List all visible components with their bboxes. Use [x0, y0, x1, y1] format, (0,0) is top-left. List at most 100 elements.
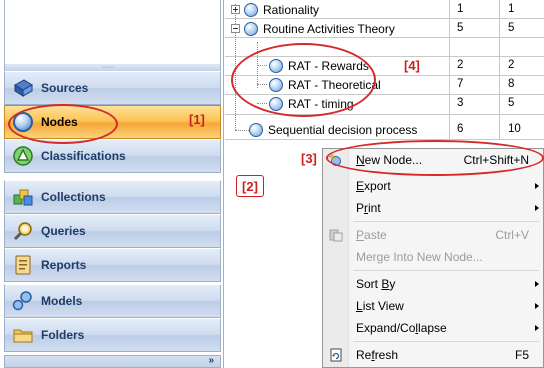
node-sources-count: 6	[457, 123, 464, 135]
nav-item-label: Models	[41, 294, 83, 308]
classifications-icon	[11, 144, 35, 168]
node-sources-count: 7	[457, 78, 464, 90]
node-icon	[244, 2, 258, 17]
menu-item-expand-collapse[interactable]: Expand/Collapse	[323, 317, 543, 339]
refresh-icon	[329, 348, 343, 362]
nav-item-queries[interactable]: Queries	[4, 214, 221, 248]
node-references-count: 2	[508, 59, 515, 71]
tree-row[interactable]: Rationality 1 1	[225, 0, 544, 19]
menu-separator	[353, 341, 539, 342]
pane-divider[interactable]	[223, 0, 224, 368]
node-references-count: 8	[508, 78, 515, 90]
nav-item-label: Collections	[41, 190, 106, 204]
node-icon	[269, 77, 283, 92]
node-sources-count: 5	[457, 22, 464, 34]
nodes-tree-grid: Rationality 1 1 Routine Activities Theor…	[225, 0, 544, 140]
menu-item-label: Merge Into New Node...	[356, 250, 483, 264]
context-menu: New Node... Ctrl+Shift+N Export Print Pa…	[322, 148, 544, 368]
navigation-blank-area	[4, 0, 221, 64]
pane-splitter-grip[interactable]: ··········	[4, 64, 221, 71]
menu-item-label: List View	[356, 299, 404, 313]
node-name: Rationality	[263, 2, 320, 17]
nav-item-reports[interactable]: Reports	[4, 248, 221, 282]
submenu-arrow-icon	[535, 205, 539, 211]
node-name: Routine Activities Theory	[263, 21, 395, 36]
new-node-icon	[329, 153, 343, 167]
menu-item-shortcut: Ctrl+Shift+N	[463, 153, 529, 167]
menu-item-label: Refresh	[356, 348, 399, 362]
nav-item-collections[interactable]: Collections	[4, 180, 221, 214]
menu-item-label: Paste	[356, 228, 387, 242]
nav-item-label: Sources	[41, 81, 89, 95]
menu-item-list-view[interactable]: List View	[323, 295, 543, 317]
models-icon	[11, 289, 35, 313]
tree-row[interactable]: RAT - Theoretical 7 8	[225, 75, 544, 94]
node-icon	[244, 21, 258, 36]
grid-line	[225, 114, 544, 115]
sources-icon	[11, 76, 35, 100]
paste-icon	[329, 228, 343, 242]
navigation-pane: ·········· Sources Nodes Classifications…	[0, 0, 225, 368]
tree-row[interactable]: Sequential decision process 6 10	[225, 120, 544, 139]
menu-item-paste[interactable]: Paste Ctrl+V	[323, 224, 543, 246]
node-name: RAT - Theoretical	[288, 77, 381, 92]
tree-row[interactable]: Routine Activities Theory 5 5	[225, 19, 544, 38]
nav-item-models[interactable]: Models	[4, 284, 221, 318]
submenu-arrow-icon	[535, 281, 539, 287]
grid-line	[225, 139, 544, 140]
nav-item-label: Classifications	[41, 149, 126, 163]
nav-item-sources[interactable]: Sources	[4, 71, 221, 105]
menu-item-label: Print	[356, 201, 381, 215]
submenu-arrow-icon	[535, 303, 539, 309]
folder-icon	[11, 323, 35, 347]
nav-item-label: Folders	[41, 328, 85, 342]
node-name: Sequential decision process	[268, 122, 418, 137]
menu-item-print[interactable]: Print	[323, 197, 543, 219]
node-icon	[249, 122, 263, 137]
tree-row[interactable]: RAT - timing 3 5	[225, 94, 544, 113]
nav-item-folders[interactable]: Folders	[4, 318, 221, 352]
node-icon	[11, 110, 35, 134]
tree-row[interactable]: RAT - Rewards 2 2	[225, 56, 544, 75]
grip-dots: ··········	[101, 64, 115, 71]
menu-separator	[353, 270, 539, 271]
menu-item-merge-into-new-node[interactable]: Merge Into New Node...	[323, 246, 543, 268]
reports-icon	[11, 253, 35, 277]
menu-item-new-node[interactable]: New Node... Ctrl+Shift+N	[323, 149, 543, 171]
menu-item-shortcut: F5	[514, 348, 529, 362]
submenu-arrow-icon	[535, 325, 539, 331]
submenu-arrow-icon	[535, 183, 539, 189]
menu-item-shortcut: Ctrl+V	[495, 228, 529, 242]
annotation-label-child-nodes: [4]	[404, 58, 420, 73]
chevron-right-icon[interactable]: »	[208, 355, 214, 366]
menu-item-label: Expand/Collapse	[356, 321, 447, 335]
collections-icon	[11, 185, 35, 209]
menu-item-label: Sort By	[356, 277, 396, 291]
node-references-count: 1	[508, 3, 515, 15]
annotation-label-new-node: [3]	[301, 151, 317, 166]
expand-icon[interactable]	[231, 5, 240, 14]
nav-item-classifications[interactable]: Classifications	[4, 139, 221, 173]
node-name: RAT - Rewards	[288, 58, 369, 73]
node-icon	[269, 58, 283, 73]
node-name: RAT - timing	[288, 96, 354, 111]
navigation-footer[interactable]: »	[4, 355, 221, 368]
nav-item-label: Queries	[41, 224, 86, 238]
nav-item-label: Reports	[41, 258, 87, 272]
node-sources-count: 3	[457, 97, 464, 109]
node-icon	[269, 96, 283, 111]
node-references-count: 10	[508, 123, 521, 135]
nav-item-label: Nodes	[41, 115, 78, 129]
annotation-label-nodes: [1]	[189, 112, 205, 127]
menu-item-refresh[interactable]: Refresh F5	[323, 344, 543, 366]
node-sources-count: 1	[457, 3, 464, 15]
queries-icon	[11, 219, 35, 243]
collapse-icon[interactable]	[231, 24, 240, 33]
node-sources-count: 2	[457, 59, 464, 71]
menu-item-sort-by[interactable]: Sort By	[323, 273, 543, 295]
annotation-label-blank-area: [2]	[236, 175, 264, 197]
node-references-count: 5	[508, 97, 515, 109]
menu-item-export[interactable]: Export	[323, 175, 543, 197]
menu-item-label: New Node...	[356, 153, 423, 167]
node-references-count: 5	[508, 22, 515, 34]
